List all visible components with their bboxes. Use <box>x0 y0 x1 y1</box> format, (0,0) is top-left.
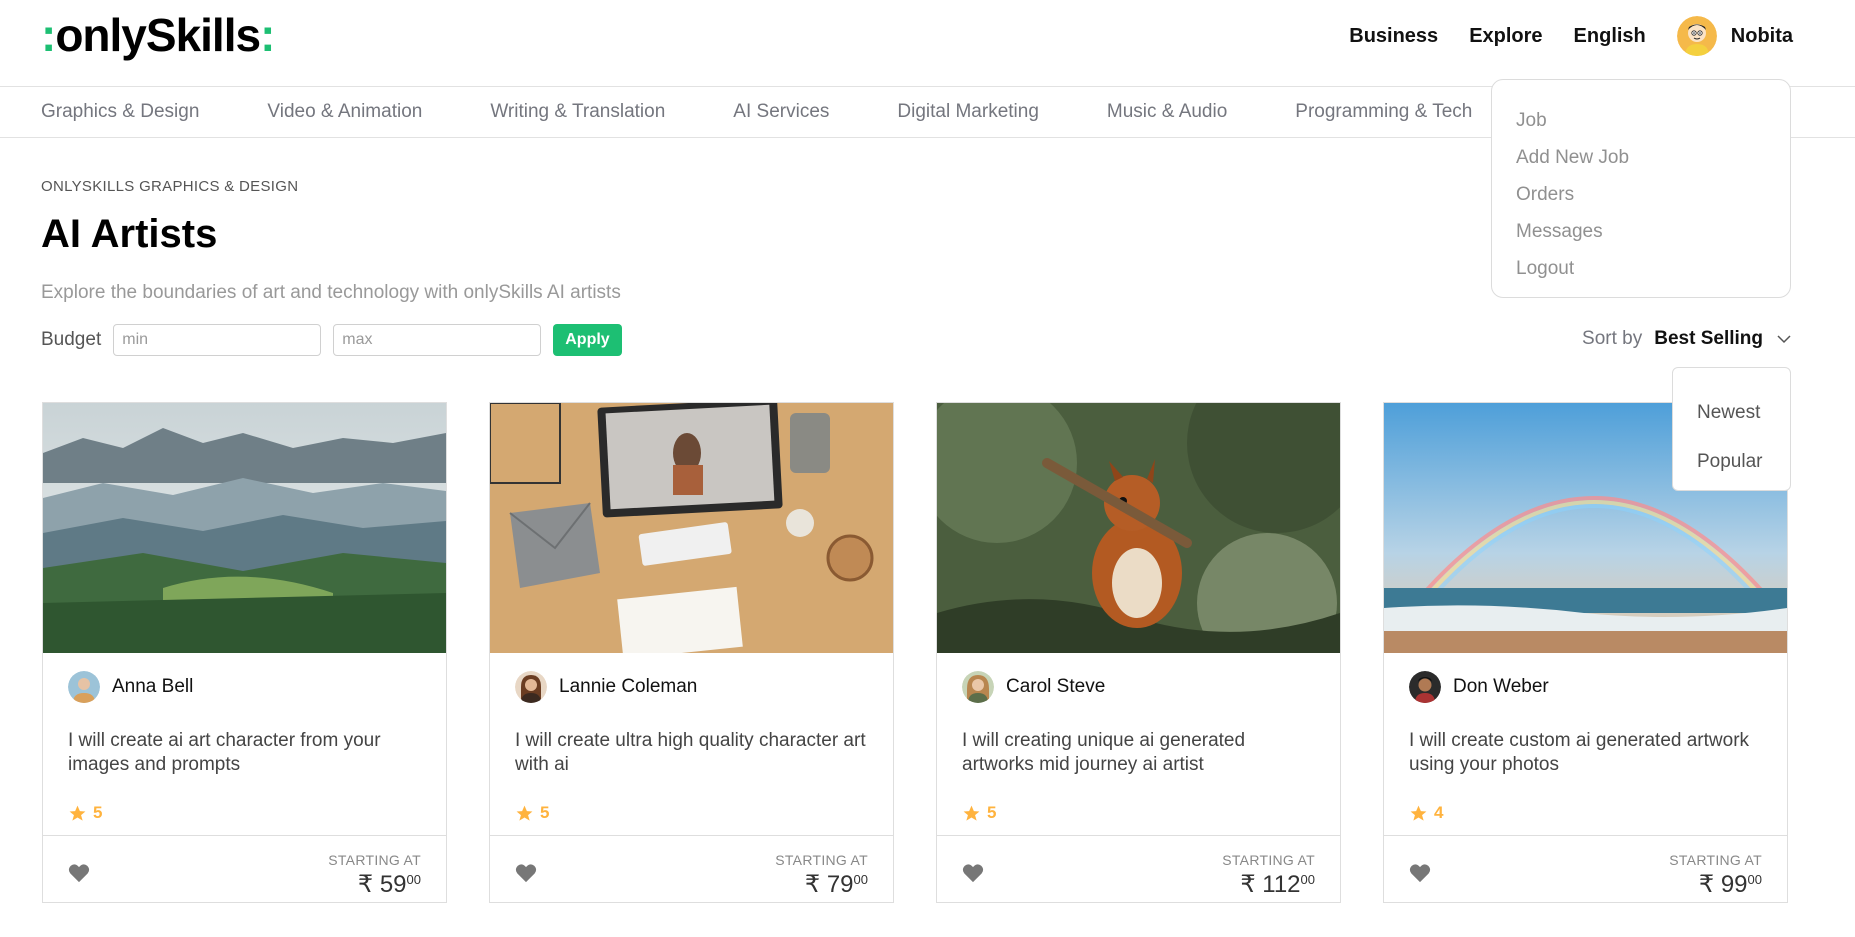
rating-value: 5 <box>93 803 103 822</box>
gig-card[interactable]: Anna Bell I will create ai art character… <box>42 402 447 903</box>
seller-info[interactable]: Lannie Coleman <box>515 671 697 703</box>
nav-links: Business Explore English Nobita <box>1318 16 1793 56</box>
price-box: STARTING AT ₹ 11200 <box>1222 852 1315 899</box>
seller-name: Don Weber <box>1453 676 1549 697</box>
gig-card-grid: Anna Bell I will create ai art character… <box>42 402 1788 903</box>
menu-item-add-new-job[interactable]: Add New Job <box>1492 139 1790 176</box>
gig-rating: 5 <box>962 803 996 823</box>
brand-logo[interactable]: :onlySkills: <box>41 8 275 62</box>
gig-description[interactable]: I will creating unique ai generated artw… <box>962 729 1322 777</box>
gig-card[interactable]: Lannie Coleman I will create ultra high … <box>489 402 894 903</box>
category-ai-services[interactable]: AI Services <box>733 87 829 137</box>
category-graphics-design[interactable]: Graphics & Design <box>41 87 199 137</box>
price-box: STARTING AT ₹ 5900 <box>328 852 421 899</box>
budget-min-input[interactable] <box>113 324 322 356</box>
gig-price: ₹ 7900 <box>804 871 868 898</box>
star-icon <box>516 805 533 821</box>
category-writing-translation[interactable]: Writing & Translation <box>490 87 665 137</box>
sort-control: Sort by Best Selling <box>1582 328 1793 350</box>
nav-language-link[interactable]: English <box>1574 16 1646 56</box>
user-name: Nobita <box>1730 24 1793 47</box>
nav-business-link[interactable]: Business <box>1349 16 1438 56</box>
gig-price: ₹ 11200 <box>1240 871 1315 898</box>
star-icon <box>1410 805 1427 821</box>
gig-image-squirrel[interactable] <box>937 403 1340 653</box>
category-music-audio[interactable]: Music & Audio <box>1107 87 1227 137</box>
card-footer: STARTING AT ₹ 7900 <box>490 835 893 902</box>
price-box: STARTING AT ₹ 9900 <box>1669 852 1762 899</box>
star-icon <box>963 805 980 821</box>
budget-filter: Budget Apply <box>41 324 622 356</box>
card-footer: STARTING AT ₹ 9900 <box>1384 835 1787 902</box>
seller-name: Carol Steve <box>1006 676 1106 697</box>
user-menu-toggle[interactable]: Nobita <box>1676 16 1793 56</box>
gig-description[interactable]: I will create ai art character from your… <box>68 729 428 777</box>
starting-at-label: STARTING AT <box>1222 852 1315 868</box>
sort-label: Sort by <box>1582 328 1643 349</box>
heart-icon[interactable] <box>68 863 90 883</box>
chevron-down-icon[interactable] <box>1775 330 1793 348</box>
heart-icon[interactable] <box>515 863 537 883</box>
seller-info[interactable]: Anna Bell <box>68 671 193 703</box>
sort-option-newest[interactable]: Newest <box>1673 388 1790 437</box>
user-avatar <box>1676 16 1717 56</box>
gig-rating: 4 <box>1409 803 1443 823</box>
category-programming-tech[interactable]: Programming & Tech <box>1295 87 1472 137</box>
sort-option-popular[interactable]: Popular <box>1673 437 1790 486</box>
gig-image-desk[interactable] <box>490 403 893 653</box>
gig-price: ₹ 9900 <box>1698 871 1762 898</box>
gig-image-mountains[interactable] <box>43 403 446 653</box>
gig-rating: 5 <box>515 803 549 823</box>
apply-button[interactable]: Apply <box>553 324 622 356</box>
gig-card[interactable]: Carol Steve I will creating unique ai ge… <box>936 402 1341 903</box>
card-footer: STARTING AT ₹ 11200 <box>937 835 1340 902</box>
sort-dropdown-menu: Newest Popular <box>1672 367 1791 491</box>
gig-rating: 5 <box>68 803 102 823</box>
price-box: STARTING AT ₹ 7900 <box>775 852 868 899</box>
category-video-animation[interactable]: Video & Animation <box>267 87 422 137</box>
menu-item-logout[interactable]: Logout <box>1492 250 1790 287</box>
budget-label: Budget <box>41 329 102 350</box>
menu-item-orders[interactable]: Orders <box>1492 176 1790 213</box>
sort-selected-value[interactable]: Best Selling <box>1654 328 1763 350</box>
seller-info[interactable]: Don Weber <box>1409 671 1549 703</box>
user-dropdown-menu: Job Add New Job Orders Messages Logout <box>1491 79 1791 298</box>
seller-info[interactable]: Carol Steve <box>962 671 1105 703</box>
seller-name: Lannie Coleman <box>559 676 698 697</box>
menu-item-job[interactable]: Job <box>1492 102 1790 139</box>
gig-description[interactable]: I will create custom ai generated artwor… <box>1409 729 1769 777</box>
seller-avatar <box>962 671 994 703</box>
menu-item-messages[interactable]: Messages <box>1492 213 1790 250</box>
seller-avatar <box>1409 671 1441 703</box>
gig-price: ₹ 5900 <box>357 871 421 898</box>
page-title: AI Artists <box>41 212 218 256</box>
starting-at-label: STARTING AT <box>775 852 868 868</box>
heart-icon[interactable] <box>962 863 984 883</box>
breadcrumb[interactable]: ONLYSKILLS GRAPHICS & DESIGN <box>41 178 298 195</box>
starting-at-label: STARTING AT <box>1669 852 1762 868</box>
category-digital-marketing[interactable]: Digital Marketing <box>897 87 1039 137</box>
nav-explore-link[interactable]: Explore <box>1469 16 1542 56</box>
star-icon <box>69 805 86 821</box>
heart-icon[interactable] <box>1409 863 1431 883</box>
brand-name: onlySkills <box>55 9 261 61</box>
seller-name: Anna Bell <box>112 676 194 697</box>
rating-value: 5 <box>540 803 550 822</box>
page-description: Explore the boundaries of art and techno… <box>41 282 621 303</box>
gig-description[interactable]: I will create ultra high quality charact… <box>515 729 875 777</box>
top-navbar: :onlySkills: Business Explore English No… <box>0 0 1855 87</box>
card-footer: STARTING AT ₹ 5900 <box>43 835 446 902</box>
budget-max-input[interactable] <box>333 324 542 356</box>
seller-avatar <box>68 671 100 703</box>
seller-avatar <box>515 671 547 703</box>
rating-value: 4 <box>1434 803 1444 822</box>
starting-at-label: STARTING AT <box>328 852 421 868</box>
rating-value: 5 <box>987 803 997 822</box>
